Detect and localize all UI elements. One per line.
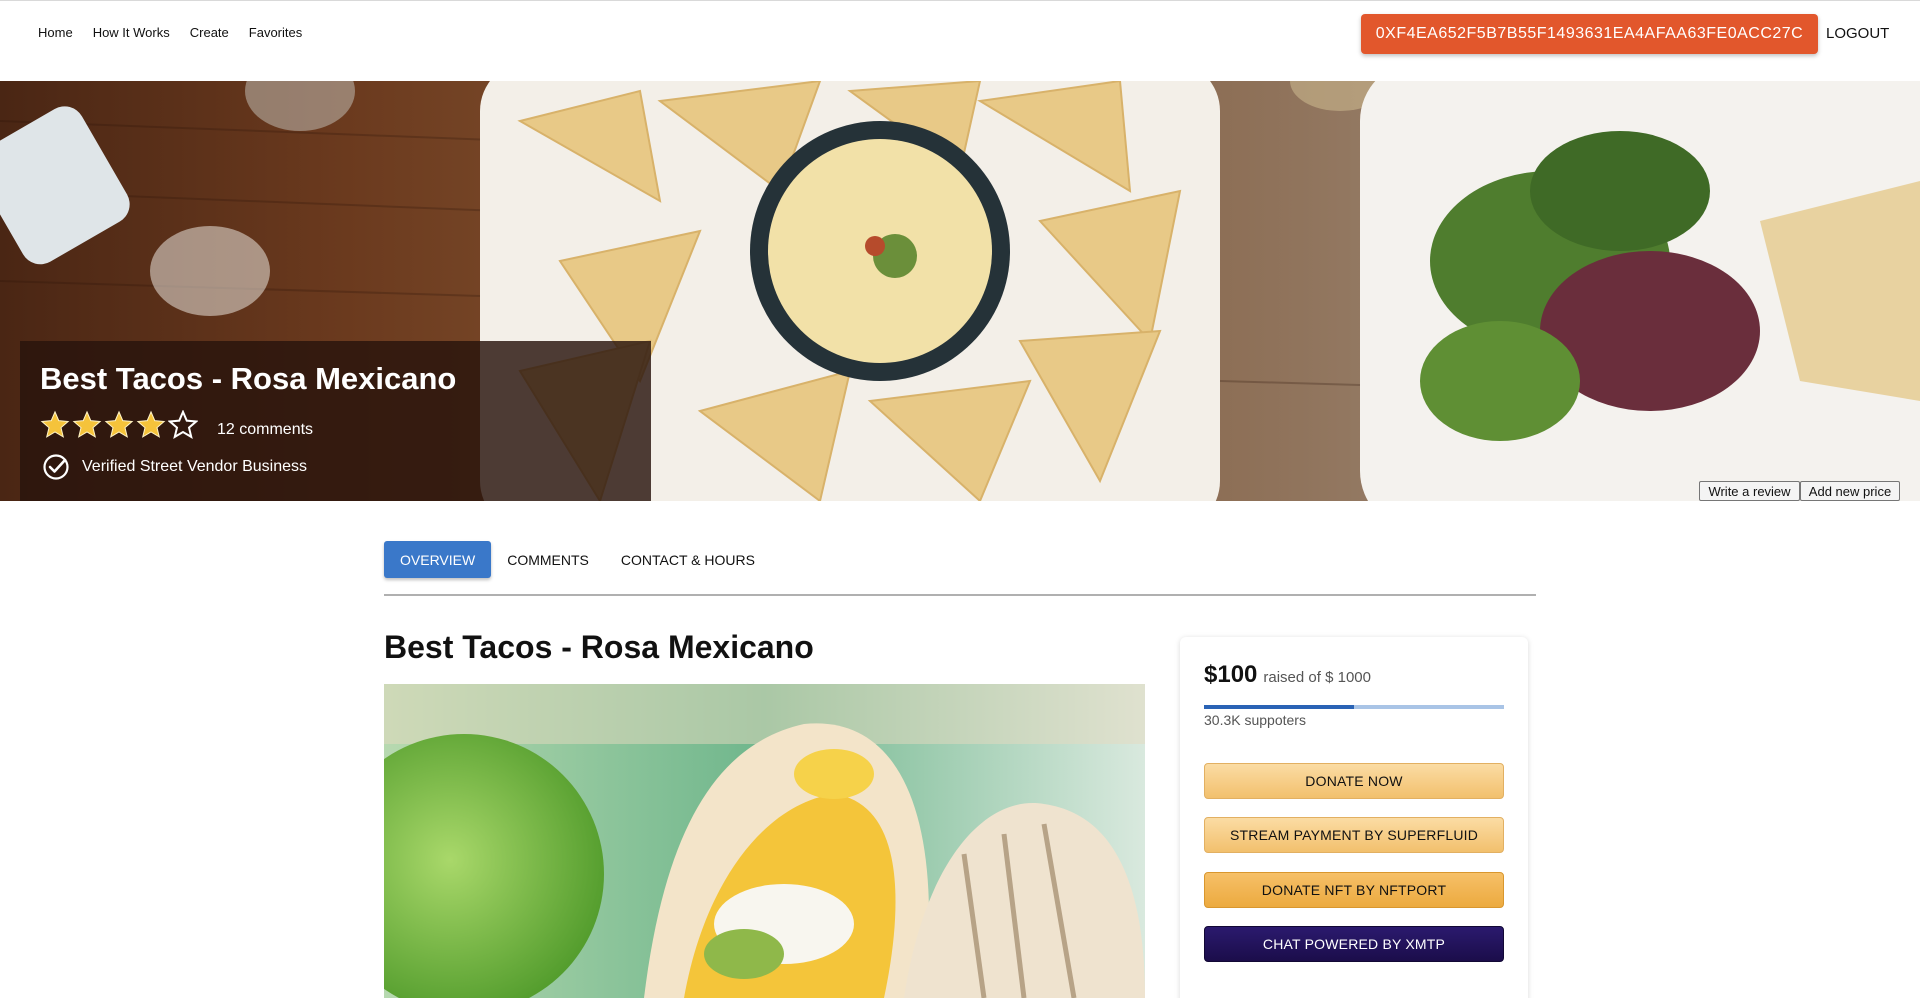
- nav-home-link[interactable]: Home: [38, 25, 73, 40]
- write-review-button[interactable]: Write a review: [1699, 481, 1800, 501]
- tab-comments[interactable]: COMMENTS: [491, 541, 605, 578]
- nav-favorites-link[interactable]: Favorites: [249, 25, 302, 40]
- donate-nft-button[interactable]: DONATE NFT BY NFTPORT: [1204, 872, 1504, 908]
- page-title: Best Tacos - Rosa Mexicano: [384, 629, 814, 665]
- funding-progress-bar: [1204, 705, 1504, 709]
- raised-summary: $100 raised of $ 1000: [1204, 661, 1371, 689]
- supporters-count: 30.3K suppoters: [1204, 712, 1306, 728]
- star-filled-icon: [72, 410, 102, 438]
- star-filled-icon: [136, 410, 166, 438]
- logout-button[interactable]: LOGOUT: [1826, 25, 1889, 42]
- add-new-price-button[interactable]: Add new price: [1800, 481, 1900, 501]
- hero-info-panel: Best Tacos - Rosa Mexicano 12 comments V…: [20, 341, 651, 501]
- rating-stars: [40, 410, 198, 440]
- taco-photo: [384, 684, 1145, 998]
- verified-label: Verified Street Vendor Business: [82, 458, 308, 475]
- raised-amount: $100: [1204, 661, 1258, 688]
- navbar: Home How It Works Create Favorites 0XF4E…: [0, 1, 1920, 81]
- funding-progress-fill: [1204, 705, 1354, 709]
- tab-overview[interactable]: OVERVIEW: [384, 541, 492, 578]
- verified-badge: Verified Street Vendor Business: [42, 453, 307, 481]
- donate-now-button[interactable]: DONATE NOW: [1204, 763, 1504, 799]
- star-empty-icon: [168, 410, 198, 439]
- check-circle-icon: [43, 454, 69, 480]
- star-filled-icon: [104, 410, 134, 438]
- star-filled-icon: [40, 410, 70, 438]
- tab-divider: [384, 594, 1536, 596]
- nav-links: Home How It Works Create Favorites: [38, 25, 302, 40]
- tab-contact-hours[interactable]: CONTACT & HOURS: [605, 541, 771, 578]
- raised-goal-text: raised of $ 1000: [1263, 669, 1371, 686]
- comments-count[interactable]: 12 comments: [217, 421, 313, 439]
- nav-how-it-works-link[interactable]: How It Works: [93, 25, 170, 40]
- tab-bar: OVERVIEW COMMENTS CONTACT & HOURS: [384, 541, 771, 578]
- fundraising-card: $100 raised of $ 1000 30.3K suppoters DO…: [1180, 637, 1528, 998]
- chat-xmtp-button[interactable]: CHAT POWERED BY XMTP: [1204, 926, 1504, 962]
- hero-title: Best Tacos - Rosa Mexicano: [40, 361, 457, 396]
- nav-create-link[interactable]: Create: [190, 25, 229, 40]
- wallet-address-button[interactable]: 0XF4EA652F5B7B55F1493631EA4AFAA63FE0ACC2…: [1361, 14, 1818, 54]
- hero-banner: Best Tacos - Rosa Mexicano 12 comments V…: [0, 81, 1920, 501]
- taco-image: [384, 684, 1145, 998]
- stream-payment-button[interactable]: STREAM PAYMENT BY SUPERFLUID: [1204, 817, 1504, 853]
